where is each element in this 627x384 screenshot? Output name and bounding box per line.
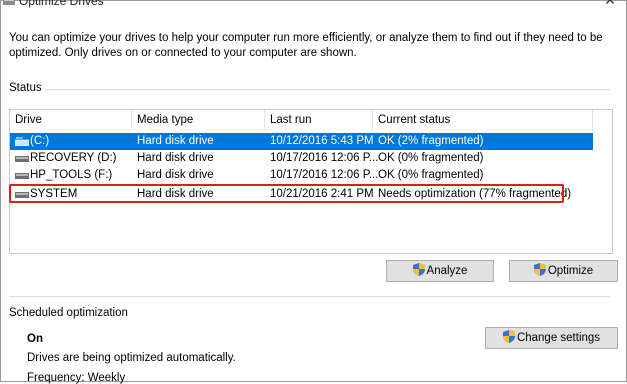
- needs-optimization-highlight: [9, 184, 564, 203]
- section-divider: [9, 296, 611, 297]
- drive-row-c[interactable]: (C:) Hard disk drive 10/12/2016 5:43 PM …: [10, 133, 593, 150]
- last-run: 10/17/2016 12:06 P...: [270, 169, 379, 181]
- uac-shield-icon: [412, 263, 425, 276]
- windows-drive-icon: [15, 137, 29, 146]
- last-run: 10/12/2016 5:43 PM: [270, 135, 374, 147]
- current-status: OK (0% fragmented): [378, 169, 484, 181]
- media-type: Hard disk drive: [137, 152, 214, 164]
- analyze-button[interactable]: Analyze: [386, 260, 494, 282]
- media-type: Hard disk drive: [137, 169, 214, 181]
- drives-list[interactable]: Drive Media type Last run Current status…: [9, 109, 613, 254]
- change-settings-label: Change settings: [516, 332, 601, 344]
- schedule-frequency: Frequency: Weekly: [27, 372, 126, 384]
- drive-row-hp-tools[interactable]: HP_TOOLS (F:) Hard disk drive 10/17/2016…: [10, 167, 593, 184]
- description-text: You can optimize your drives to help you…: [9, 32, 603, 59]
- current-status: OK (0% fragmented): [378, 152, 484, 164]
- column-header-current-status[interactable]: Current status: [373, 110, 593, 131]
- drive-icon: [15, 173, 29, 179]
- scheduled-optimization-heading: Scheduled optimization: [9, 307, 128, 319]
- status-divider: [46, 89, 611, 90]
- uac-shield-icon: [502, 330, 515, 343]
- optimize-button[interactable]: Optimize: [509, 260, 618, 282]
- column-header-media-type[interactable]: Media type: [132, 110, 265, 131]
- optimize-label: Optimize: [547, 265, 594, 277]
- title-bar: Optimize Drives ✕: [1, 0, 627, 10]
- uac-shield-icon: [533, 263, 546, 276]
- drive-name: RECOVERY (D:): [30, 152, 117, 164]
- close-button[interactable]: ✕: [599, 0, 621, 8]
- status-heading: Status: [9, 82, 42, 94]
- column-header-last-run[interactable]: Last run: [265, 110, 373, 131]
- last-run: 10/17/2016 12:06 P...: [270, 152, 379, 164]
- column-header-drive[interactable]: Drive: [10, 110, 132, 131]
- drive-name: HP_TOOLS (F:): [30, 169, 113, 181]
- window-title: Optimize Drives: [19, 0, 104, 8]
- drive-row-recovery[interactable]: RECOVERY (D:) Hard disk drive 10/17/2016…: [10, 150, 593, 167]
- media-type: Hard disk drive: [137, 135, 214, 147]
- optimize-drives-window: Optimize Drives ✕ You can optimize your …: [0, 0, 627, 384]
- current-status: OK (2% fragmented): [378, 135, 484, 147]
- schedule-state: On: [27, 333, 43, 345]
- drive-icon: [15, 156, 29, 162]
- change-settings-button[interactable]: Change settings: [485, 327, 618, 349]
- drive-name: (C:): [30, 135, 50, 147]
- analyze-label: Analyze: [426, 265, 468, 277]
- optimize-drives-app-icon: [3, 0, 15, 5]
- schedule-note: Drives are being optimized automatically…: [27, 352, 236, 364]
